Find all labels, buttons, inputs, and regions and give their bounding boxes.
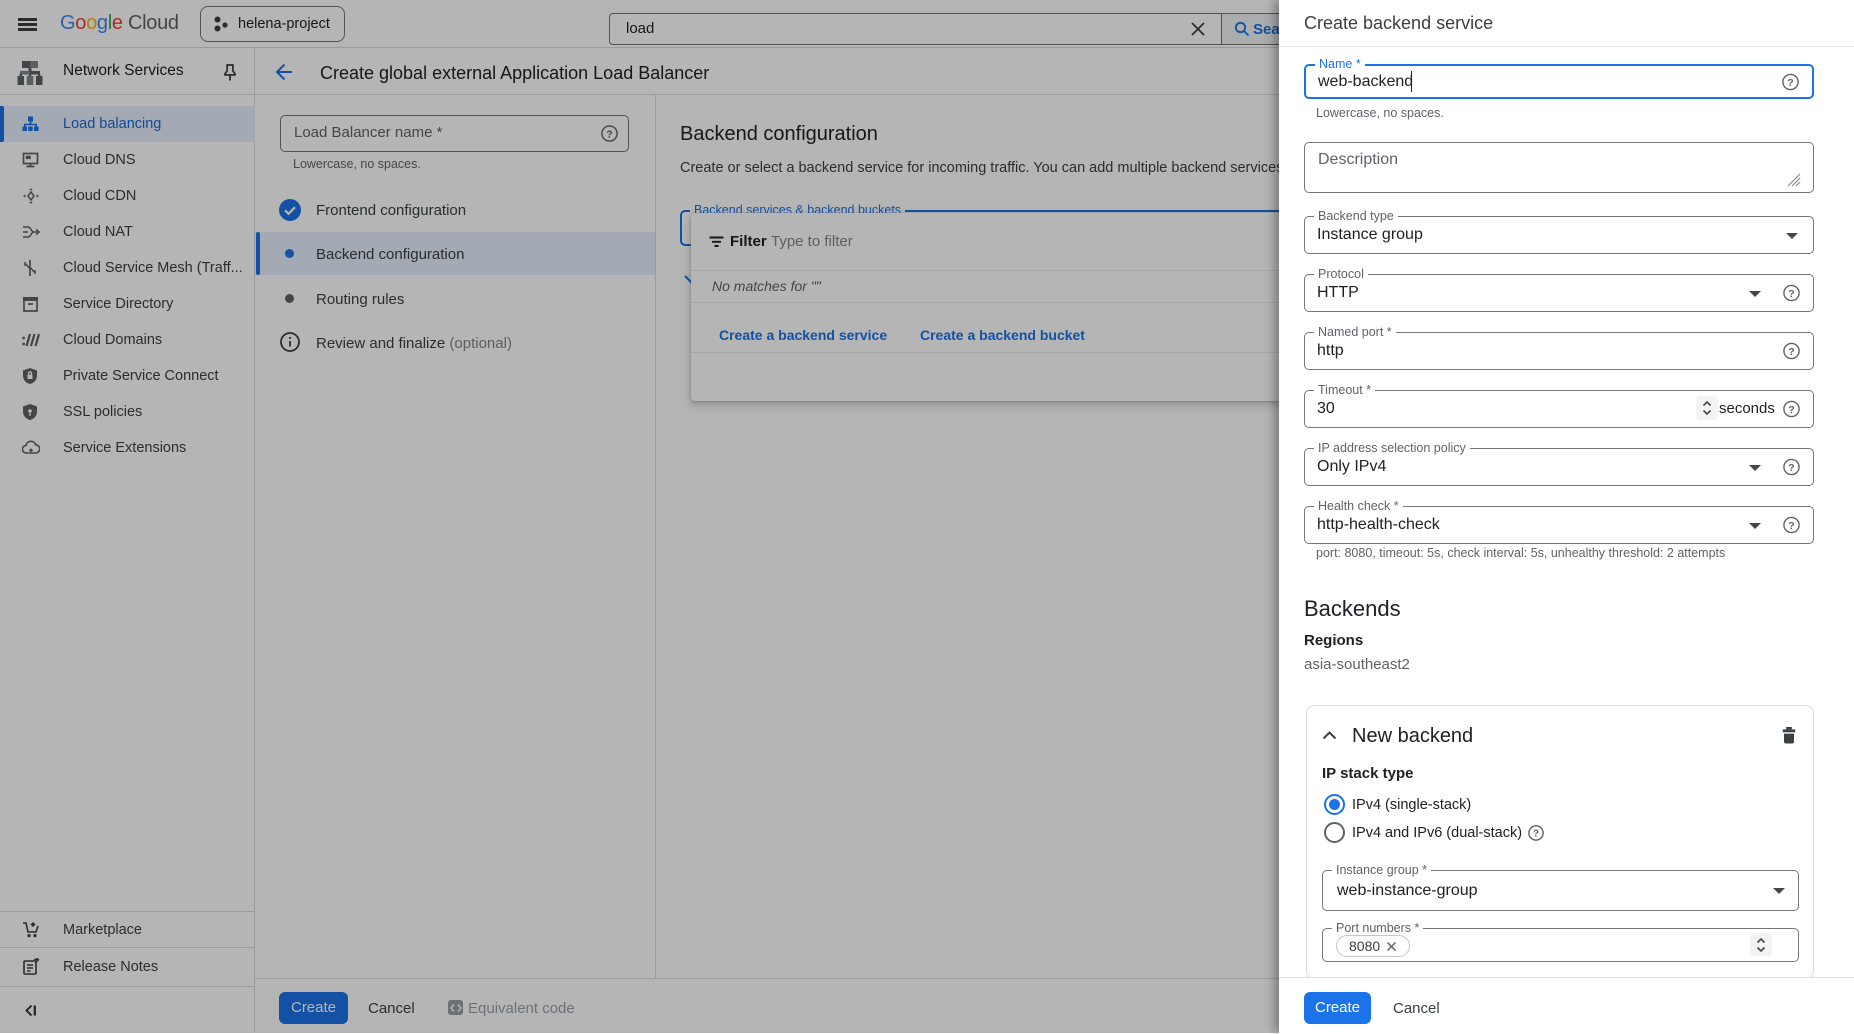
svg-text:?: ? [1787, 76, 1793, 88]
svg-text:?: ? [1533, 829, 1539, 840]
svg-text:?: ? [1788, 346, 1794, 358]
svg-text:?: ? [1788, 288, 1794, 300]
svg-text:?: ? [1788, 404, 1794, 416]
svg-text:?: ? [1788, 520, 1794, 532]
svg-text:?: ? [1788, 462, 1794, 474]
